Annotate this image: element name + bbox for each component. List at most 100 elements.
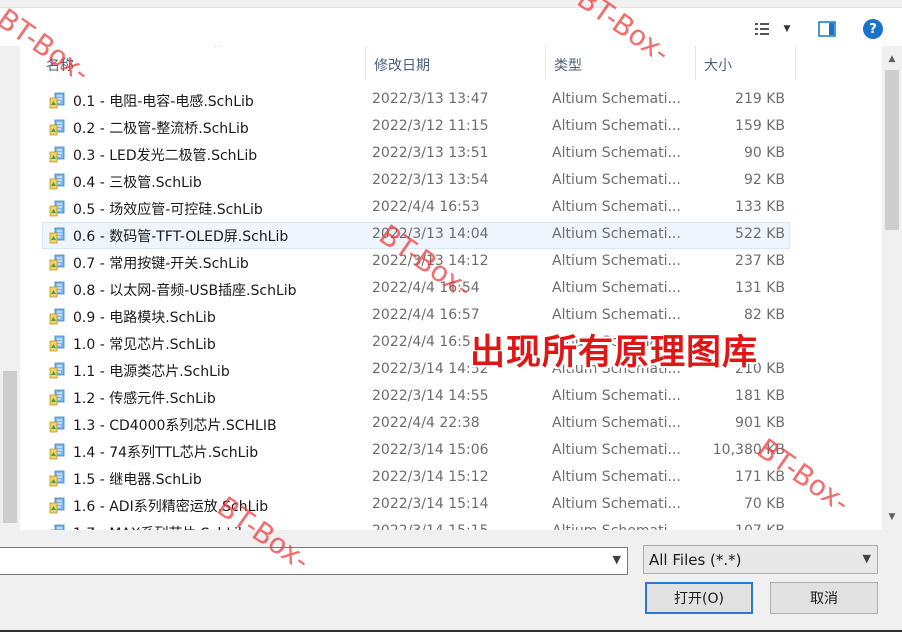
schlib-file-icon (49, 416, 66, 433)
file-size: 901 KB (735, 415, 785, 431)
schlib-file-icon (49, 389, 66, 406)
file-name: 0.1 - 电阻-电容-电感.SchLib (73, 94, 254, 110)
file-name: 1.7 - MAX系列芯片.SchLib (73, 523, 247, 530)
file-row[interactable]: 1.4 - 74系列TTL芯片.SchLib 2022/3/14 15:06 Alt… (20, 438, 882, 465)
file-date: 2022/3/14 15:15 (372, 523, 489, 530)
file-date: 2022/4/4 16:54 (372, 280, 480, 296)
file-row[interactable]: 0.7 - 常用按键-开关.SchLib 2022/3/13 14:12 Altiu… (20, 249, 882, 276)
file-date: 2022/3/13 13:47 (372, 91, 489, 107)
file-type: Altium Schemati... (552, 172, 681, 188)
scroll-thumb[interactable] (885, 70, 899, 230)
help-button[interactable]: ? (860, 16, 886, 42)
file-size: 82 KB (743, 307, 785, 323)
file-date: 2022/4/4 16:57 (372, 307, 480, 323)
dialog-footer: ▼ All Files (*.*) ▼ 打开(O) 取消 (0, 530, 902, 632)
file-size: 90 KB (743, 145, 785, 161)
file-type: Altium Schemati... (552, 442, 681, 458)
file-type: Altium Schemati... (552, 253, 681, 269)
file-date: 2022/4/4 22:38 (372, 415, 480, 431)
file-type-filter[interactable]: All Files (*.*) ▼ (643, 545, 878, 574)
file-date: 2022/3/13 14:04 (372, 226, 489, 242)
file-row[interactable]: 1.2 - 传感元件.SchLib 2022/3/14 14:55 Altium S… (20, 384, 882, 411)
file-row[interactable]: 1.5 - 继电器.SchLib 2022/3/14 15:12 Altium Sc… (20, 465, 882, 492)
file-size: 159 KB (735, 118, 785, 134)
filter-value: All Files (*.*) (649, 551, 742, 569)
file-name: 1.1 - 电源类芯片.SchLib (73, 364, 230, 380)
file-type: Altium Schemati... (552, 388, 681, 404)
open-button[interactable]: 打开(O) (645, 582, 753, 614)
schlib-file-icon (49, 470, 66, 487)
file-size: 522 KB (735, 226, 785, 242)
schlib-file-icon (49, 497, 66, 514)
schlib-file-icon (49, 227, 66, 244)
file-list: ^ 名称 修改日期 类型 大小 0.1 - 电阻-电容-电感.SchLib 202… (20, 46, 882, 530)
file-row[interactable]: 0.3 - LED发光二极管.SchLib 2022/3/13 13:51 Alti… (20, 141, 882, 168)
details-view-icon (754, 23, 769, 35)
file-type: Altium Schemati... (552, 415, 681, 431)
file-name: 1.6 - ADI系列精密运放.SchLib (73, 499, 269, 515)
file-type: Altium Schemati... (552, 307, 681, 323)
left-scroll-thumb[interactable] (3, 371, 17, 523)
file-row[interactable]: 0.5 - 场效应管-可控硅.SchLib 2022/4/4 16:53 Altiu… (20, 195, 882, 222)
file-name: 0.5 - 场效应管-可控硅.SchLib (73, 202, 263, 218)
schlib-file-icon (49, 200, 66, 217)
schlib-file-icon (49, 362, 66, 379)
file-date: 2022/4/4 16:5 (372, 334, 471, 350)
file-row[interactable]: 0.4 - 三极管.SchLib 2022/3/13 13:54 Altium Sc… (20, 168, 882, 195)
file-type: Altium Schemati... (552, 523, 681, 530)
schlib-file-icon (49, 281, 66, 298)
file-name: 1.4 - 74系列TTL芯片.SchLib (73, 445, 259, 461)
column-date-modified[interactable]: 修改日期 (366, 46, 546, 80)
file-name: 1.0 - 常见芯片.SchLib (73, 337, 216, 353)
file-type: Altium Schemati... (552, 199, 681, 215)
file-size: 131 KB (735, 280, 785, 296)
file-row[interactable]: 0.8 - 以太网-音频-USB插座.SchLib 2022/4/4 16:54 A… (20, 276, 882, 303)
file-row[interactable]: 1.6 - ADI系列精密运放.SchLib 2022/3/14 15:14 Alt… (20, 492, 882, 519)
file-size: 171 KB (735, 469, 785, 485)
column-type[interactable]: 类型 (546, 46, 696, 80)
preview-pane-button[interactable] (814, 16, 840, 42)
cancel-button[interactable]: 取消 (770, 582, 878, 614)
file-size: 92 KB (743, 172, 785, 188)
file-name: 0.4 - 三极管.SchLib (73, 175, 202, 191)
file-name: 0.6 - 数码管-TFT-OLED屏.SchLib (73, 229, 289, 245)
schlib-file-icon (49, 173, 66, 190)
scroll-up-icon[interactable]: ▲ (885, 54, 899, 64)
scroll-down-icon[interactable]: ▼ (885, 512, 899, 522)
filename-input[interactable]: ▼ (0, 547, 628, 575)
help-icon: ? (863, 19, 883, 39)
file-date: 2022/3/14 15:12 (372, 469, 489, 485)
file-size: 70 KB (743, 496, 785, 512)
file-date: 2022/3/14 15:06 (372, 442, 489, 458)
file-name: 0.7 - 常用按键-开关.SchLib (73, 256, 249, 272)
vertical-scrollbar[interactable]: ▲ ▼ (882, 46, 902, 530)
chevron-down-icon[interactable]: ▼ (613, 553, 621, 566)
file-type: Altium Schemati... (552, 469, 681, 485)
file-date: 2022/3/14 14:55 (372, 388, 489, 404)
file-name: 1.5 - 继电器.SchLib (73, 472, 202, 488)
column-name[interactable]: ^ 名称 (38, 46, 366, 80)
file-rows: 0.1 - 电阻-电容-电感.SchLib 2022/3/13 13:47 Alti… (20, 87, 882, 530)
file-date: 2022/3/13 13:54 (372, 172, 489, 188)
file-type: Altium Schemati... (552, 496, 681, 512)
file-type: Altium Schemati... (552, 280, 681, 296)
file-size: 219 KB (735, 91, 785, 107)
file-date: 2022/3/13 14:12 (372, 253, 489, 269)
file-size: 133 KB (735, 199, 785, 215)
schlib-file-icon (49, 443, 66, 460)
column-size[interactable]: 大小 (696, 46, 796, 80)
file-row[interactable]: 1.7 - MAX系列芯片.SchLib 2022/3/14 15:15 Altiu… (20, 519, 882, 530)
window-top-edge (0, 0, 902, 8)
file-row[interactable]: 0.1 - 电阻-电容-电感.SchLib 2022/3/13 13:47 Alti… (20, 87, 882, 114)
file-row[interactable]: 0.6 - 数码管-TFT-OLED屏.SchLib 2022/3/13 14:0… (20, 222, 882, 249)
schlib-file-icon (49, 92, 66, 109)
file-row[interactable]: 0.2 - 二极管-整流桥.SchLib 2022/3/12 11:15 Altiu… (20, 114, 882, 141)
file-name: 1.3 - CD4000系列芯片.SCHLIB (73, 418, 277, 434)
file-type: Altium Schemati... (552, 226, 681, 242)
file-date: 2022/3/13 13:51 (372, 145, 489, 161)
file-row[interactable]: 1.3 - CD4000系列芯片.SCHLIB 2022/4/4 22:38 Alt… (20, 411, 882, 438)
change-view-button[interactable]: ▼ (748, 16, 796, 42)
schlib-file-icon (49, 335, 66, 352)
file-size: 10,380 KB (712, 442, 785, 458)
file-date: 2022/4/4 16:53 (372, 199, 480, 215)
